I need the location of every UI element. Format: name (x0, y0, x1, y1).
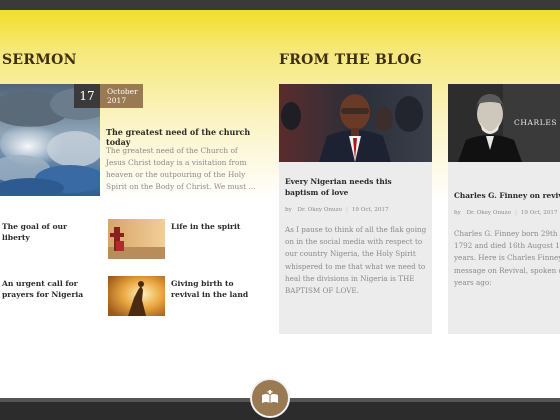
portrait-caption: CHARLES F (514, 118, 560, 127)
blog-post-excerpt: Charles G. Finney born 29th Aug 1792 and… (454, 229, 560, 287)
blog-post-author[interactable]: Dr. Okey Onuzo (467, 210, 511, 216)
blog-heading: FROM THE BLOG (279, 52, 423, 68)
date-month-year: October 2017 (100, 84, 143, 108)
blog-post-author[interactable]: Dr. Okey Onuzo (298, 207, 342, 213)
date-day: 17 (74, 84, 100, 108)
blog-post-excerpt: As I pause to think of all the flak goin… (285, 225, 427, 296)
blog-post-date: 19 Oct, 2017 (351, 207, 389, 213)
blog-image-speaker (279, 84, 432, 162)
blog-card-charles-finney[interactable]: CHARLES F Charles G. Finney on revival b… (448, 84, 560, 334)
meta-divider: | (514, 210, 517, 216)
featured-sermon-excerpt: The greatest need of the Church of Jesus… (106, 146, 256, 191)
date-year: 2017 (107, 96, 127, 105)
blog-post-date: 19 Oct, 2017 (520, 210, 558, 216)
blog-post-title[interactable]: Charles G. Finney on revival (454, 190, 560, 201)
sermon-item-goal-of-liberty[interactable]: The goal of our liberty (2, 221, 97, 243)
blog-post-title[interactable]: Every Nigerian needs this baptism of lov… (285, 176, 427, 198)
open-book-icon[interactable] (250, 378, 290, 418)
blog-card-baptism-of-love[interactable]: Every Nigerian needs this baptism of lov… (279, 84, 432, 334)
sermon-item-giving-birth[interactable]: Giving birth to revival in the land (171, 278, 261, 300)
open-book-icon-glyph (262, 390, 278, 403)
sunset-worship-image (108, 276, 165, 316)
sermon-thumb-giving-birth[interactable] (108, 276, 165, 316)
blog-post-by: by (454, 210, 461, 216)
sermon-item-urgent-call[interactable]: An urgent call for prayers for Nigeria (2, 278, 97, 300)
featured-sermon-date: 17 October 2017 (74, 84, 143, 108)
meta-divider: | (345, 207, 348, 213)
blog-post-meta: by Dr. Okey Onuzo | 19 Oct, 2017 (285, 207, 389, 213)
sermon-heading: SERMON (2, 52, 77, 68)
cross-silhouette-image (108, 219, 165, 259)
blog-post-by: by (285, 207, 292, 213)
page-content: SERMON 17 October 2017 The greatest need… (0, 10, 560, 398)
featured-sermon-title[interactable]: The greatest need of the church today (106, 127, 261, 147)
date-month: October (107, 87, 138, 96)
blog-post-meta: by Dr. Okey Onuzo | 19 Oct, 2017 (454, 210, 558, 216)
sermon-thumb-life-in-spirit[interactable] (108, 219, 165, 259)
sermon-item-life-in-spirit[interactable]: Life in the spirit (171, 221, 256, 232)
top-bar (0, 0, 560, 10)
